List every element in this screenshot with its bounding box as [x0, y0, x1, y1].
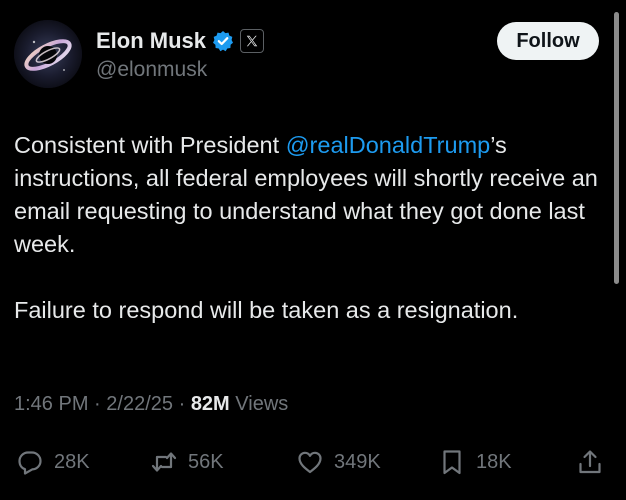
x-logo-icon [246, 35, 258, 47]
tweet-date[interactable]: 2/22/25 [106, 393, 173, 415]
bookmark-button[interactable]: 18K [438, 442, 512, 482]
reply-count: 28K [54, 450, 90, 473]
share-icon [579, 450, 601, 474]
verified-badge-icon[interactable] [212, 30, 234, 52]
meta-separator: · [178, 393, 186, 415]
tweet-time[interactable]: 1:46 PM [14, 393, 88, 415]
avatar[interactable] [14, 20, 82, 88]
action-bar: 28K 56K 349K 18K [0, 442, 626, 482]
follow-button[interactable]: Follow [497, 22, 599, 60]
repost-button[interactable]: 56K [150, 442, 224, 482]
affiliation-badge[interactable] [240, 29, 265, 53]
author-name-row: Elon Musk [96, 26, 265, 56]
tweet-meta: 1:46 PM · 2/22/25 · 82M Views [14, 393, 288, 416]
reply-button[interactable]: 28K [16, 442, 90, 482]
repost-icon [151, 452, 177, 472]
tweet-text-pre: Consistent with President [14, 132, 286, 158]
author-display-name[interactable]: Elon Musk [96, 28, 206, 54]
scrollbar[interactable] [614, 12, 619, 284]
like-icon [298, 451, 322, 474]
tweet-text: Consistent with President @realDonaldTru… [14, 129, 604, 327]
mention-link[interactable]: @realDonaldTrump [286, 132, 491, 158]
bookmark-icon [443, 450, 461, 475]
like-button[interactable]: 349K [296, 442, 381, 482]
avatar-image [14, 20, 82, 88]
repost-count: 56K [188, 450, 224, 473]
share-button[interactable] [576, 442, 604, 482]
views-label: Views [235, 393, 289, 415]
reply-icon [18, 451, 42, 475]
like-count: 349K [334, 450, 381, 473]
tweet-paragraph-1: Consistent with President @realDonaldTru… [14, 129, 604, 261]
tweet: Elon Musk @elonmusk Follow Consistent wi… [0, 0, 626, 500]
bookmark-count: 18K [476, 450, 512, 473]
author-handle[interactable]: @elonmusk [96, 58, 207, 82]
meta-separator: · [94, 393, 101, 415]
tweet-paragraph-2: Failure to respond will be taken as a re… [14, 297, 519, 323]
views-count[interactable]: 82M [191, 393, 230, 415]
